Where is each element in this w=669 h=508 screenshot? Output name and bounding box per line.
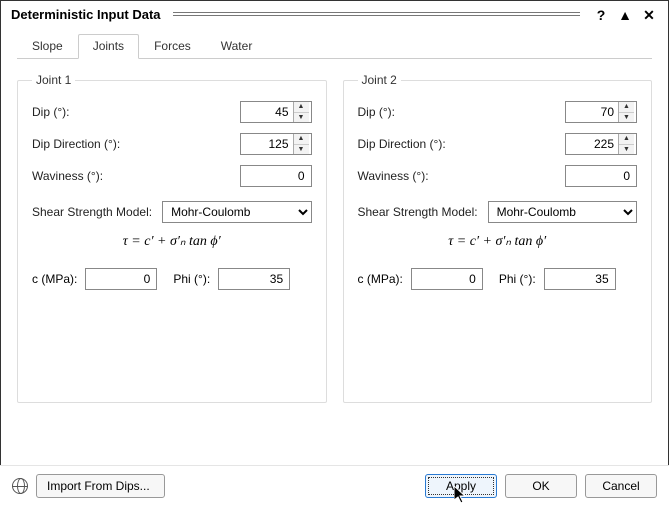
help-icon[interactable]: ? <box>592 8 610 22</box>
joint1-formula: τ = c′ + σ′ₙ tan ϕ′ <box>32 233 312 250</box>
import-from-dips-button[interactable]: Import From Dips... <box>36 474 165 498</box>
spin-up-icon[interactable]: ▲ <box>619 134 634 145</box>
spin-down-icon[interactable]: ▼ <box>294 113 309 123</box>
apply-button[interactable]: Apply <box>425 474 497 498</box>
title-rule <box>173 12 580 18</box>
joint1-dipdir-label: Dip Direction (°): <box>32 137 240 151</box>
joint1-ssm-label: Shear Strength Model: <box>32 205 152 219</box>
joint1-dip-input[interactable] <box>241 102 293 122</box>
joint1-dipdir-spin[interactable]: ▲▼ <box>240 133 312 155</box>
joint1-legend: Joint 1 <box>32 73 75 87</box>
joint1-group: Joint 1 Dip (°): ▲▼ Dip Direction (°): ▲… <box>17 73 327 403</box>
joint1-phi-input[interactable] <box>218 268 290 290</box>
collapse-icon[interactable]: ▲ <box>616 8 634 22</box>
joint1-c-input[interactable] <box>85 268 157 290</box>
joint1-phi-label: Phi (°): <box>173 272 210 286</box>
joint1-wav-label: Waviness (°): <box>32 169 240 183</box>
joint1-wav-input[interactable] <box>240 165 312 187</box>
tab-joints[interactable]: Joints <box>78 34 139 59</box>
tab-slope[interactable]: Slope <box>17 34 78 59</box>
joint2-phi-input[interactable] <box>544 268 616 290</box>
joint2-dipdir-spin[interactable]: ▲▼ <box>565 133 637 155</box>
footer: Import From Dips... Apply OK Cancel <box>0 465 669 508</box>
window-title: Deterministic Input Data <box>11 7 161 22</box>
joint1-dipdir-input[interactable] <box>241 134 293 154</box>
joint2-wav-input[interactable] <box>565 165 637 187</box>
close-icon[interactable]: ✕ <box>640 8 658 22</box>
joint2-c-label: c (MPa): <box>358 272 403 286</box>
cancel-button[interactable]: Cancel <box>585 474 657 498</box>
tabs: Slope Joints Forces Water <box>17 34 652 59</box>
ok-button[interactable]: OK <box>505 474 577 498</box>
joint2-phi-label: Phi (°): <box>499 272 536 286</box>
joint2-dipdir-label: Dip Direction (°): <box>358 137 566 151</box>
joint2-wav-label: Waviness (°): <box>358 169 566 183</box>
joint2-ssm-label: Shear Strength Model: <box>358 205 478 219</box>
joint1-c-label: c (MPa): <box>32 272 77 286</box>
joint1-dip-spin[interactable]: ▲▼ <box>240 101 312 123</box>
content-area: Joint 1 Dip (°): ▲▼ Dip Direction (°): ▲… <box>1 59 668 403</box>
tab-forces[interactable]: Forces <box>139 34 206 59</box>
joint2-dipdir-input[interactable] <box>566 134 618 154</box>
joint2-formula: τ = c′ + σ′ₙ tan ϕ′ <box>358 233 638 250</box>
globe-icon <box>12 478 28 494</box>
spin-up-icon[interactable]: ▲ <box>294 102 309 113</box>
joint2-dip-input[interactable] <box>566 102 618 122</box>
joint2-legend: Joint 2 <box>358 73 401 87</box>
joint1-ssm-select[interactable]: Mohr-Coulomb <box>162 201 311 223</box>
joint2-group: Joint 2 Dip (°): ▲▼ Dip Direction (°): ▲… <box>343 73 653 403</box>
joint2-dip-spin[interactable]: ▲▼ <box>565 101 637 123</box>
spin-up-icon[interactable]: ▲ <box>294 134 309 145</box>
tab-water[interactable]: Water <box>206 34 268 59</box>
spin-up-icon[interactable]: ▲ <box>619 102 634 113</box>
spin-down-icon[interactable]: ▼ <box>294 145 309 155</box>
spin-down-icon[interactable]: ▼ <box>619 113 634 123</box>
joint2-dip-label: Dip (°): <box>358 105 566 119</box>
joint2-c-input[interactable] <box>411 268 483 290</box>
joint1-dip-label: Dip (°): <box>32 105 240 119</box>
joint2-ssm-select[interactable]: Mohr-Coulomb <box>488 201 637 223</box>
titlebar: Deterministic Input Data ? ▲ ✕ <box>1 1 668 26</box>
spin-down-icon[interactable]: ▼ <box>619 145 634 155</box>
